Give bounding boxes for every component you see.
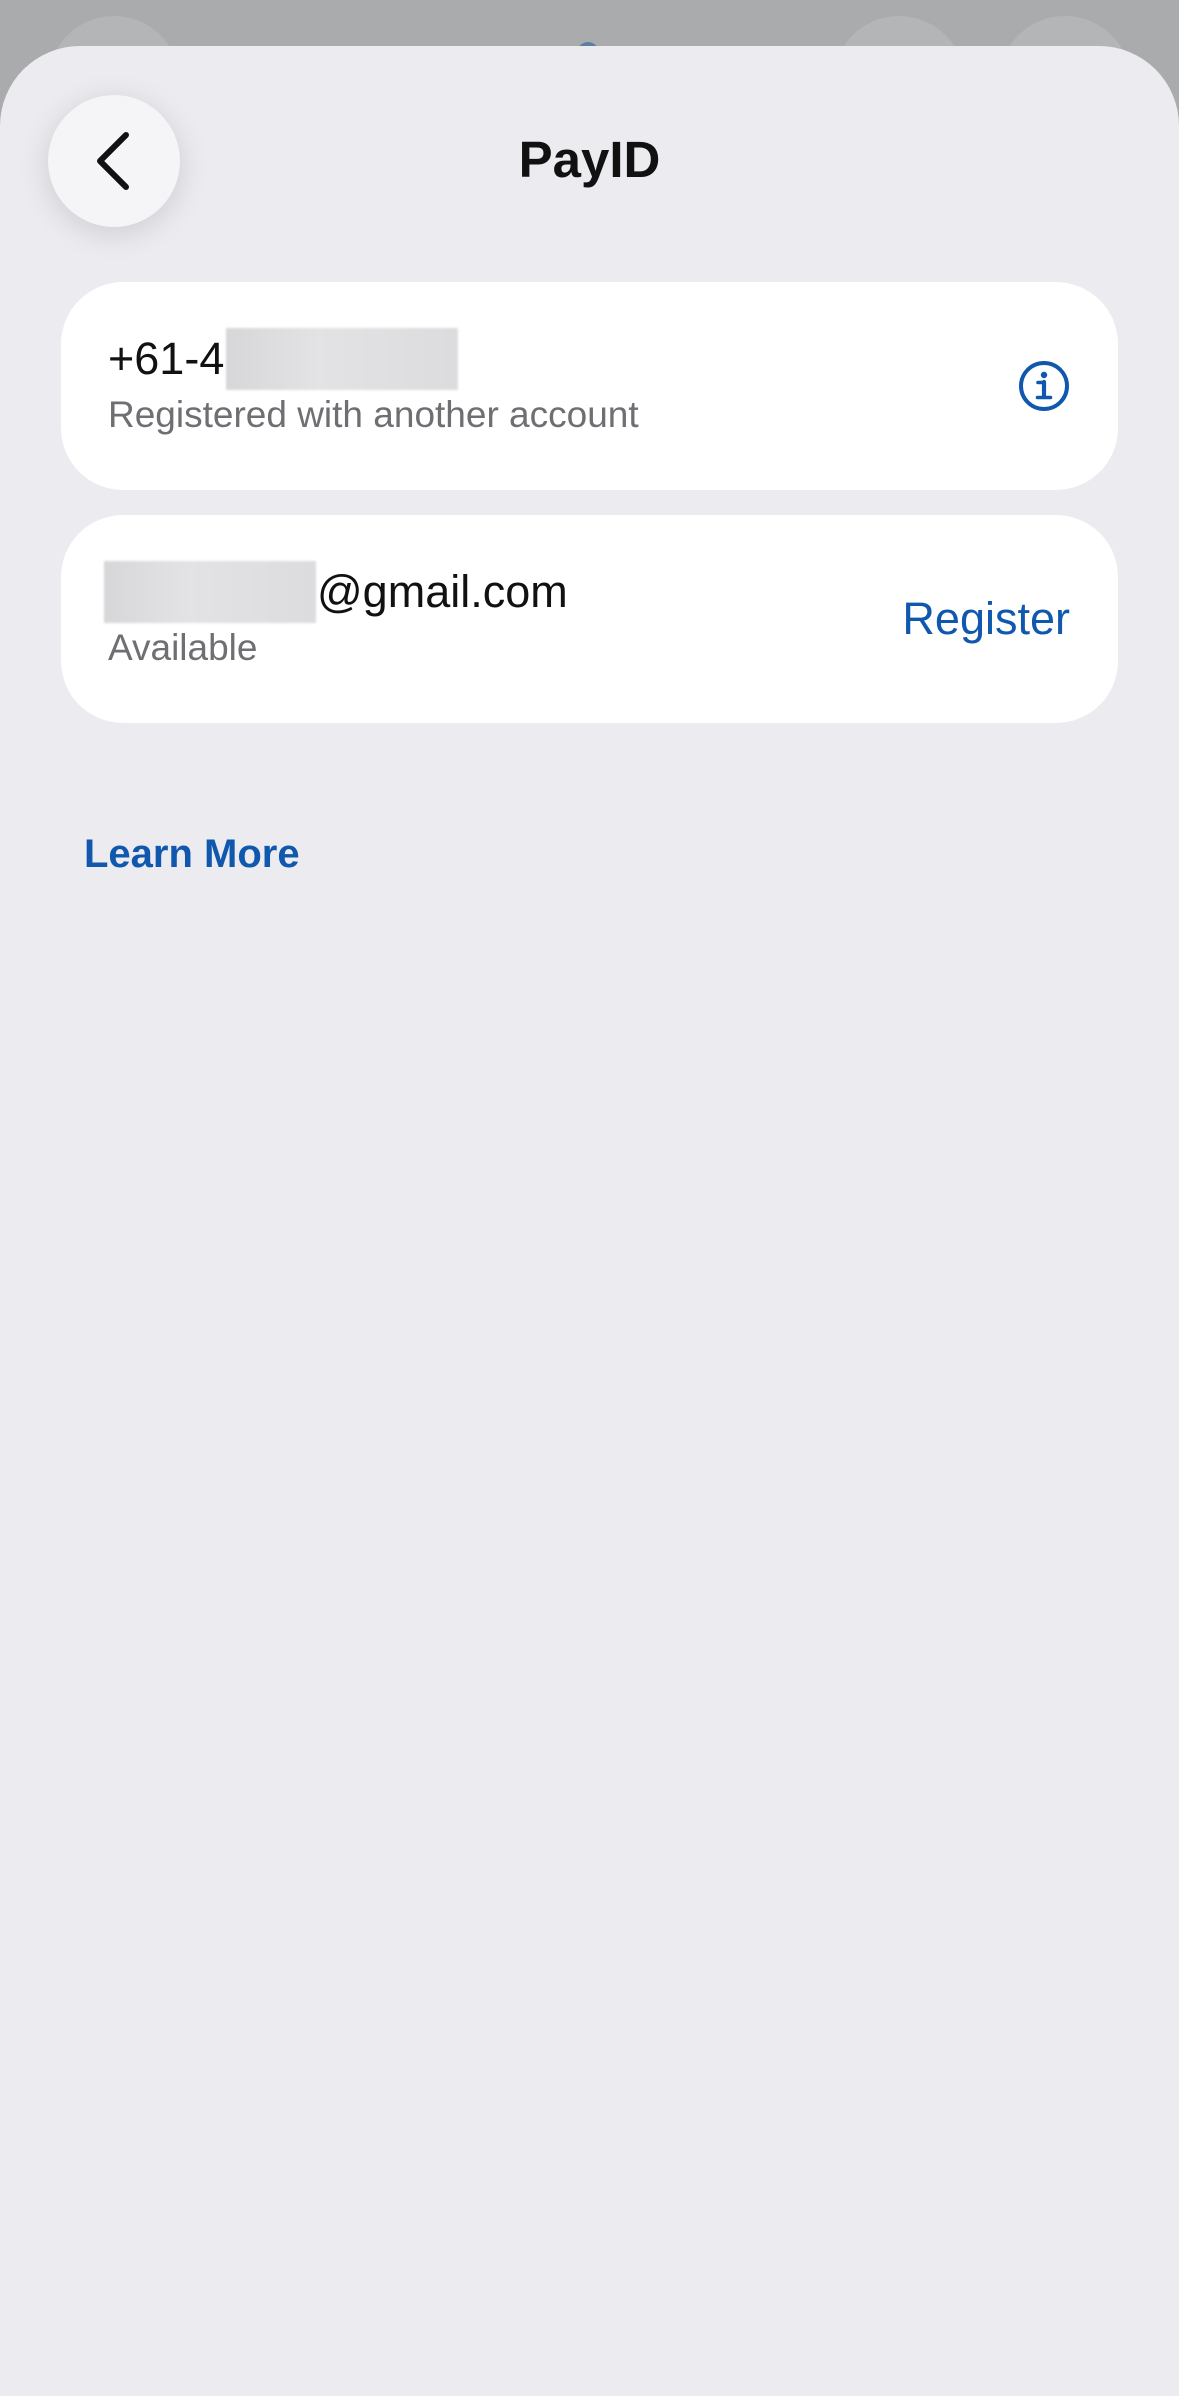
email-domain: @gmail.com — [317, 566, 568, 617]
payid-sheet: PayID +61-4 Registered with another acco… — [0, 46, 1179, 2396]
learn-more-link[interactable]: Learn More — [84, 829, 300, 879]
redacted-region — [104, 561, 316, 623]
payid-card-email[interactable]: @gmail.com Available Register — [61, 515, 1118, 723]
redacted-region — [226, 328, 459, 390]
phone-prefix: +61-4 — [108, 333, 225, 384]
payid-value: @gmail.com — [104, 561, 568, 623]
payid-status: Available — [108, 627, 258, 668]
payid-status: Registered with another account — [108, 394, 639, 435]
page-title: PayID — [518, 131, 661, 188]
info-icon[interactable] — [1018, 360, 1070, 412]
register-button[interactable]: Register — [902, 591, 1070, 647]
payid-card-phone[interactable]: +61-4 Registered with another account — [61, 282, 1118, 490]
payid-value: +61-4 — [108, 328, 459, 390]
